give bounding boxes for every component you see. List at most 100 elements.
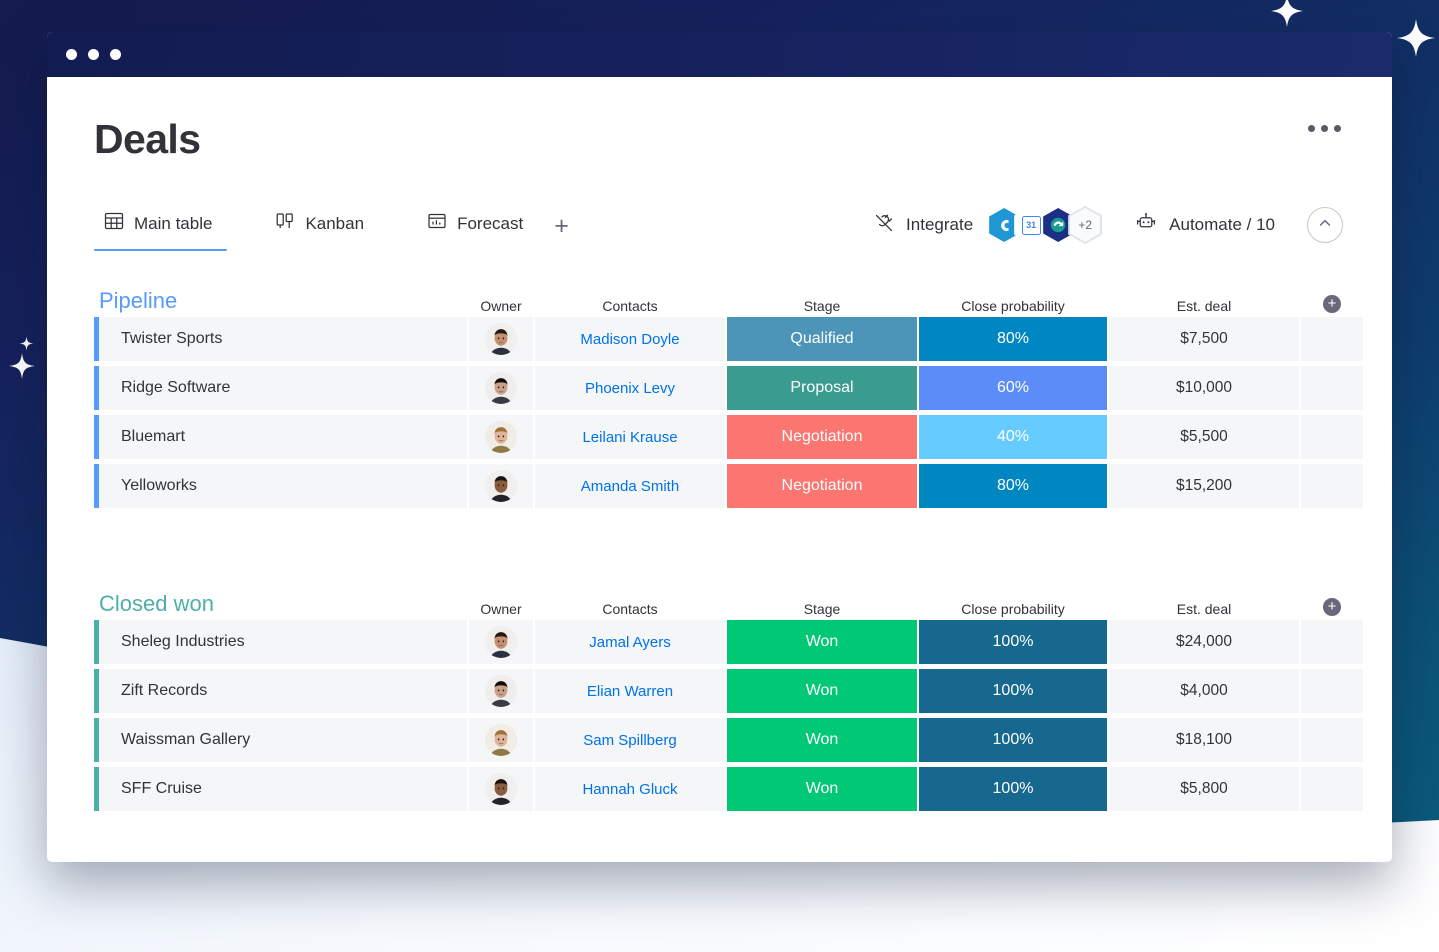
stage-cell[interactable]: Qualified: [727, 317, 917, 361]
row-extra-cell[interactable]: [1301, 464, 1363, 508]
row-extra-cell[interactable]: [1301, 415, 1363, 459]
forecast-icon: [427, 211, 447, 236]
stage-cell[interactable]: Negotiation: [727, 464, 917, 508]
stage-cell[interactable]: Won: [727, 620, 917, 664]
add-column-button[interactable]: +: [1301, 295, 1363, 313]
tab-kanban[interactable]: Kanban: [265, 207, 383, 251]
close-probability-cell[interactable]: 40%: [919, 415, 1107, 459]
contact-cell[interactable]: Sam Spillberg: [535, 718, 725, 762]
contact-cell[interactable]: Hannah Gluck: [535, 767, 725, 811]
table-row[interactable]: Yelloworks Amanda SmithNegotiation80%$15…: [94, 464, 1343, 508]
window-minimize-dot[interactable]: [88, 49, 99, 60]
table-row[interactable]: Waissman Gallery Sam SpillbergWon100%$18…: [94, 718, 1343, 762]
column-header-close-probability[interactable]: Close probability: [919, 602, 1107, 616]
close-probability-cell[interactable]: 80%: [919, 464, 1107, 508]
row-extra-cell[interactable]: [1301, 669, 1363, 713]
avatar: [485, 626, 517, 658]
owner-cell[interactable]: [469, 669, 533, 713]
deal-name-cell[interactable]: Bluemart: [99, 415, 467, 459]
close-probability-cell[interactable]: 100%: [919, 718, 1107, 762]
group-header: Pipeline Owner Contacts Stage Close prob…: [94, 287, 1343, 317]
est-deal-cell[interactable]: $15,200: [1109, 464, 1299, 508]
owner-cell[interactable]: [469, 718, 533, 762]
kebab-dot-icon: [1308, 125, 1315, 132]
contact-cell[interactable]: Elian Warren: [535, 669, 725, 713]
group-title[interactable]: Closed won: [99, 591, 214, 616]
owner-cell[interactable]: [469, 464, 533, 508]
owner-cell[interactable]: [469, 317, 533, 361]
owner-cell[interactable]: [469, 620, 533, 664]
est-deal-cell[interactable]: $4,000: [1109, 669, 1299, 713]
deal-name-cell[interactable]: Zift Records: [99, 669, 467, 713]
column-header-close-probability[interactable]: Close probability: [919, 299, 1107, 313]
deal-name-cell[interactable]: Sheleg Industries: [99, 620, 467, 664]
deal-name-cell[interactable]: Twister Sports: [99, 317, 467, 361]
column-header-stage[interactable]: Stage: [727, 602, 917, 616]
row-extra-cell[interactable]: [1301, 620, 1363, 664]
window-maximize-dot[interactable]: [110, 49, 121, 60]
owner-cell[interactable]: [469, 767, 533, 811]
tab-forecast[interactable]: Forecast: [417, 207, 542, 251]
contact-cell[interactable]: Jamal Ayers: [535, 620, 725, 664]
more-apps-badge[interactable]: +2: [1068, 206, 1102, 244]
stage-cell[interactable]: Negotiation: [727, 415, 917, 459]
tab-main-table[interactable]: Main table: [94, 207, 231, 251]
table-row[interactable]: Bluemart Leilani KrauseNegotiation40%$5,…: [94, 415, 1343, 459]
collapse-toolbar-button[interactable]: [1307, 207, 1343, 243]
deal-name-cell[interactable]: Ridge Software: [99, 366, 467, 410]
add-view-button[interactable]: +: [542, 207, 581, 251]
contact-cell[interactable]: Madison Doyle: [535, 317, 725, 361]
table-row[interactable]: Ridge Software Phoenix LevyProposal60%$1…: [94, 366, 1343, 410]
stage-cell[interactable]: Proposal: [727, 366, 917, 410]
group-title[interactable]: Pipeline: [99, 288, 177, 313]
contact-cell[interactable]: Leilani Krause: [535, 415, 725, 459]
deal-name-cell[interactable]: Waissman Gallery: [99, 718, 467, 762]
column-header-est-deal[interactable]: Est. deal: [1109, 299, 1299, 313]
stage-cell[interactable]: Won: [727, 767, 917, 811]
more-options-button[interactable]: [1306, 115, 1343, 142]
integrated-apps-group[interactable]: 31: [987, 206, 1102, 244]
automate-button[interactable]: Automate / 10: [1134, 212, 1275, 239]
est-deal-cell[interactable]: $5,500: [1109, 415, 1299, 459]
column-header-stage[interactable]: Stage: [727, 299, 917, 313]
board-group-closed-won: Closed won Owner Contacts Stage Close pr…: [94, 590, 1343, 811]
row-extra-cell[interactable]: [1301, 366, 1363, 410]
contact-cell[interactable]: Phoenix Levy: [535, 366, 725, 410]
est-deal-cell[interactable]: $18,100: [1109, 718, 1299, 762]
close-probability-cell[interactable]: 60%: [919, 366, 1107, 410]
close-probability-cell[interactable]: 100%: [919, 669, 1107, 713]
view-tabs: Main table Kanban: [94, 207, 581, 251]
stage-cell[interactable]: Won: [727, 669, 917, 713]
close-probability-cell[interactable]: 100%: [919, 620, 1107, 664]
deal-name-cell[interactable]: Yelloworks: [99, 464, 467, 508]
row-extra-cell[interactable]: [1301, 718, 1363, 762]
table-row[interactable]: Sheleg Industries Jamal AyersWon100%$24,…: [94, 620, 1343, 664]
integrate-button[interactable]: Integrate: [873, 212, 973, 239]
group-header: Closed won Owner Contacts Stage Close pr…: [94, 590, 1343, 620]
row-extra-cell[interactable]: [1301, 317, 1363, 361]
close-probability-cell[interactable]: 100%: [919, 767, 1107, 811]
add-column-button[interactable]: +: [1301, 598, 1363, 616]
column-header-contacts[interactable]: Contacts: [535, 299, 725, 313]
owner-cell[interactable]: [469, 366, 533, 410]
est-deal-cell[interactable]: $5,800: [1109, 767, 1299, 811]
group-title-cell: Closed won: [99, 593, 467, 616]
table-row[interactable]: Twister Sports Madison DoyleQualified80%…: [94, 317, 1343, 361]
table-row[interactable]: Zift Records Elian WarrenWon100%$4,000: [94, 669, 1343, 713]
close-probability-cell[interactable]: 80%: [919, 317, 1107, 361]
est-deal-cell[interactable]: $10,000: [1109, 366, 1299, 410]
column-header-owner[interactable]: Owner: [469, 602, 533, 616]
est-deal-cell[interactable]: $7,500: [1109, 317, 1299, 361]
est-deal-cell[interactable]: $24,000: [1109, 620, 1299, 664]
column-header-contacts[interactable]: Contacts: [535, 602, 725, 616]
column-header-est-deal[interactable]: Est. deal: [1109, 602, 1299, 616]
window-close-dot[interactable]: [66, 49, 77, 60]
tab-label: Forecast: [457, 215, 523, 232]
contact-cell[interactable]: Amanda Smith: [535, 464, 725, 508]
stage-cell[interactable]: Won: [727, 718, 917, 762]
deal-name-cell[interactable]: SFF Cruise: [99, 767, 467, 811]
row-extra-cell[interactable]: [1301, 767, 1363, 811]
table-row[interactable]: SFF Cruise Hannah GluckWon100%$5,800: [94, 767, 1343, 811]
owner-cell[interactable]: [469, 415, 533, 459]
column-header-owner[interactable]: Owner: [469, 299, 533, 313]
